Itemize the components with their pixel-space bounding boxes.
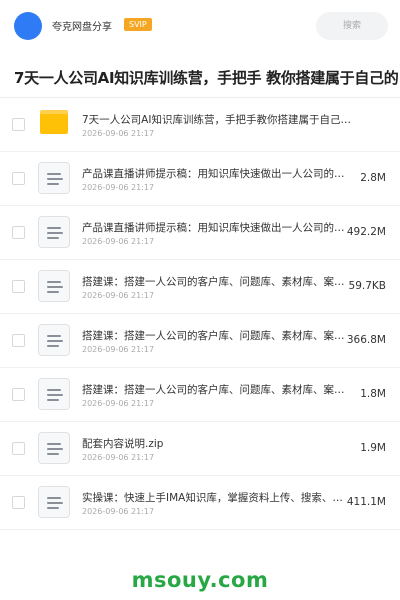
- document-icon: [38, 324, 70, 356]
- file-name: 配套内容说明.zip: [82, 438, 164, 450]
- file-date: 2026-09-06 21:17: [82, 237, 155, 246]
- file-name: 搭建课：搭建一人公司的客户库、问题库、素材库、案例库: [82, 384, 350, 396]
- share-title-bar: 7天一人公司AI知识库训练营，手把手 教你搭建属于自己的: [0, 52, 400, 98]
- share-header: 夸克网盘分享 SVIP 搜索: [0, 0, 400, 52]
- list-item[interactable]: 产品课直播讲师提示稿：用知识库快速做出一人公司的第一款产品 2026-09-06…: [0, 206, 400, 260]
- file-date: 2026-09-06 21:17: [82, 507, 155, 516]
- select-checkbox[interactable]: [12, 388, 25, 401]
- document-icon: [38, 432, 70, 464]
- file-name: 7天一人公司AI知识库训练营，手把手教你搭建属于自己的专属AI知识库: [82, 114, 354, 126]
- page-title: 7天一人公司AI知识库训练营，手把手 教你搭建属于自己的: [14, 69, 399, 87]
- select-checkbox[interactable]: [12, 118, 25, 131]
- document-icon: [38, 486, 70, 518]
- folder-icon: [40, 110, 68, 134]
- file-size: 1.9M: [360, 442, 386, 454]
- file-size: 1.8M: [360, 388, 386, 400]
- file-list: 7天一人公司AI知识库训练营，手把手教你搭建属于自己的专属AI知识库 2026-…: [0, 98, 400, 530]
- site-watermark: msouy.com: [131, 568, 269, 592]
- select-checkbox[interactable]: [12, 334, 25, 347]
- file-date: 2026-09-06 21:17: [82, 291, 155, 300]
- watermark-footer: msouy.com: [0, 560, 400, 600]
- file-name: 产品课直播讲师提示稿：用知识库快速做出一人公司的第一款产品: [82, 222, 350, 234]
- select-checkbox[interactable]: [12, 496, 25, 509]
- file-date: 2026-09-06 21:17: [82, 129, 155, 138]
- document-icon: [38, 216, 70, 248]
- file-name: 搭建课：搭建一人公司的客户库、问题库、素材库、案例库: [82, 276, 350, 288]
- file-size: 411.1M: [346, 496, 386, 508]
- avatar[interactable]: [14, 12, 42, 40]
- file-date: 2026-09-06 21:17: [82, 453, 155, 462]
- file-size: 366.8M: [346, 334, 386, 346]
- list-item[interactable]: 产品课直播讲师提示稿：用知识库快速做出一人公司的第一款产品 2026-09-06…: [0, 152, 400, 206]
- list-item[interactable]: 搭建课：搭建一人公司的客户库、问题库、素材库、案例库 2026-09-06 21…: [0, 314, 400, 368]
- list-item[interactable]: 实操课：快速上手IMA知识库，掌握资料上传、搜索、问答 2026-09-06 2…: [0, 476, 400, 530]
- file-date: 2026-09-06 21:17: [82, 345, 155, 354]
- file-name: 实操课：快速上手IMA知识库，掌握资料上传、搜索、问答: [82, 492, 350, 504]
- list-item[interactable]: 配套内容说明.zip 2026-09-06 21:17 1.9M: [0, 422, 400, 476]
- document-icon: [38, 378, 70, 410]
- document-icon: [38, 270, 70, 302]
- select-checkbox[interactable]: [12, 226, 25, 239]
- file-name: 搭建课：搭建一人公司的客户库、问题库、素材库、案例库: [82, 330, 350, 342]
- file-size: 2.8M: [360, 172, 386, 184]
- list-item[interactable]: 搭建课：搭建一人公司的客户库、问题库、素材库、案例库 2026-09-06 21…: [0, 260, 400, 314]
- select-checkbox[interactable]: [12, 172, 25, 185]
- file-name: 产品课直播讲师提示稿：用知识库快速做出一人公司的第一款产品: [82, 168, 350, 180]
- file-date: 2026-09-06 21:17: [82, 399, 155, 408]
- file-size: 59.7KB: [348, 280, 386, 292]
- file-size: 492.2M: [346, 226, 386, 238]
- select-checkbox[interactable]: [12, 442, 25, 455]
- document-icon: [38, 162, 70, 194]
- file-date: 2026-09-06 21:17: [82, 183, 155, 192]
- search-input[interactable]: 搜索: [316, 12, 388, 40]
- select-checkbox[interactable]: [12, 280, 25, 293]
- sharer-name: 夸克网盘分享: [52, 22, 112, 33]
- list-item[interactable]: 7天一人公司AI知识库训练营，手把手教你搭建属于自己的专属AI知识库 2026-…: [0, 98, 400, 152]
- svip-badge: SVIP: [124, 18, 152, 31]
- list-item[interactable]: 搭建课：搭建一人公司的客户库、问题库、素材库、案例库 2026-09-06 21…: [0, 368, 400, 422]
